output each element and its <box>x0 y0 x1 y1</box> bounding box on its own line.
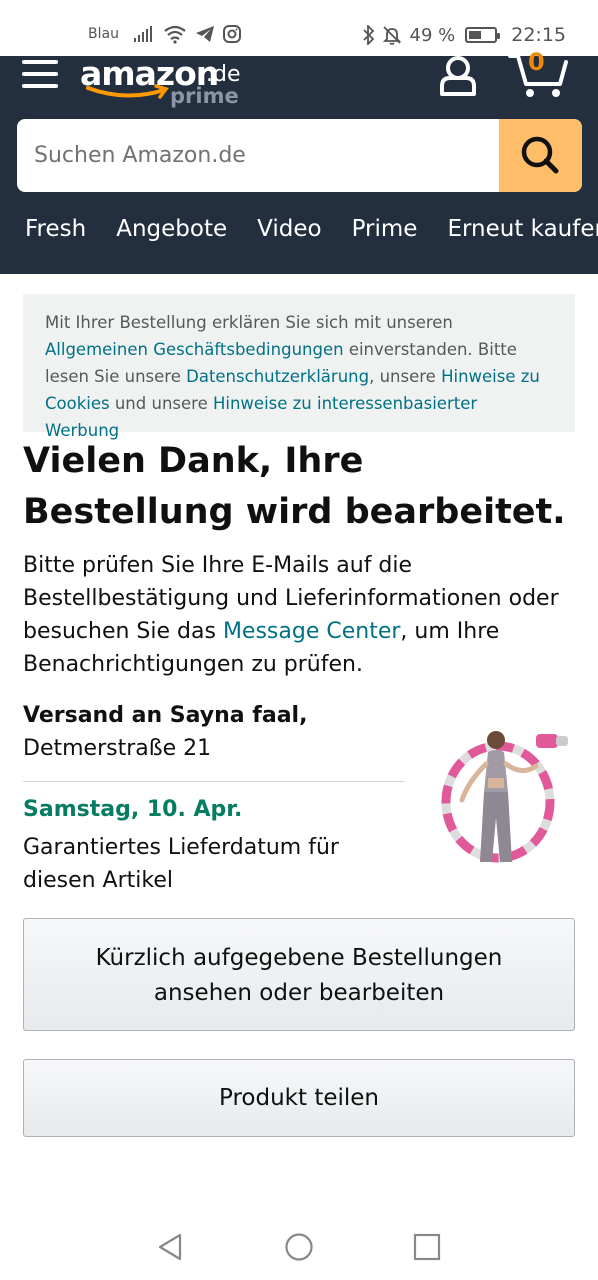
status-bar-right: 49 % 22:15 <box>362 22 566 48</box>
battery-icon <box>465 27 501 43</box>
account-icon[interactable] <box>438 56 478 96</box>
nav-item-erneut-kaufen[interactable]: Erneut kaufen <box>447 216 598 256</box>
notice-text: , unsere <box>369 367 442 386</box>
mute-icon <box>382 26 401 45</box>
recents-icon[interactable] <box>412 1232 442 1262</box>
divider <box>23 781 405 782</box>
delivery-date: Samstag, 10. Apr. <box>23 797 243 822</box>
delivery-note: Garantiertes Lieferdatum für diesen Arti… <box>23 835 339 893</box>
legal-notice: Mit Ihrer Bestellung erklären Sie sich m… <box>23 294 575 440</box>
system-nav-bar <box>0 1216 598 1280</box>
nav-bar: Fresh Angebote Video Prime Erneut kaufen <box>25 216 598 256</box>
smile-arrow-icon <box>86 84 169 99</box>
agb-link[interactable]: Allgemeinen Geschäftsbedingungen <box>45 340 344 359</box>
signal-icon <box>133 26 152 42</box>
share-product-button[interactable]: Produkt teilen <box>23 1059 575 1137</box>
search-icon <box>521 136 559 174</box>
amazon-prime-logo[interactable]: amazon .de prime <box>80 54 260 112</box>
app-header: amazon .de prime 0 Fresh Angebote Video … <box>0 48 598 274</box>
back-icon[interactable] <box>156 1232 186 1262</box>
nav-item-video[interactable]: Video <box>257 216 321 256</box>
telegram-icon <box>195 26 214 42</box>
confirmation-message: Bitte prüfen Sie Ihre E-Mails auf die Be… <box>23 549 583 681</box>
privacy-link[interactable]: Datenschutzerklärung <box>186 367 369 386</box>
carrier-label: Blau <box>88 26 119 42</box>
nav-item-angebote[interactable]: Angebote <box>116 216 227 256</box>
view-orders-label: Kürzlich aufgegebene Bestellungen <box>95 945 503 971</box>
clock: 22:15 <box>511 24 566 46</box>
search-input[interactable] <box>17 119 499 192</box>
notice-text: und unsere <box>109 394 213 413</box>
instagram-icon <box>222 25 241 43</box>
menu-button[interactable] <box>22 56 60 96</box>
message-center-link[interactable]: Message Center <box>223 619 400 644</box>
search-button[interactable] <box>499 119 582 192</box>
status-bar-left: Blau <box>88 22 241 46</box>
home-icon[interactable] <box>284 1232 314 1262</box>
bluetooth-icon <box>362 25 374 45</box>
page-title: Vielen Dank, Ihre Bestellung wird bearbe… <box>23 441 566 532</box>
logo-prime: prime <box>170 84 239 108</box>
ship-to-address: Detmerstraße 21 <box>23 736 212 761</box>
cart-count: 0 <box>528 48 545 76</box>
search-bar <box>17 119 582 192</box>
status-bar: Blau 49 % 22:15 <box>0 0 598 56</box>
notice-text: Mit Ihrer Bestellung erklären Sie sich m… <box>45 313 453 332</box>
product-image[interactable] <box>438 722 576 868</box>
nav-item-prime[interactable]: Prime <box>352 216 418 256</box>
nav-item-fresh[interactable]: Fresh <box>25 216 86 256</box>
ship-to-name: Versand an Sayna faal, <box>23 703 308 728</box>
view-orders-label: ansehen oder bearbeiten <box>153 980 445 1006</box>
wifi-icon <box>164 25 186 44</box>
view-orders-button[interactable]: Kürzlich aufgegebene Bestellungen ansehe… <box>23 918 575 1031</box>
battery-percent: 49 % <box>409 24 456 46</box>
